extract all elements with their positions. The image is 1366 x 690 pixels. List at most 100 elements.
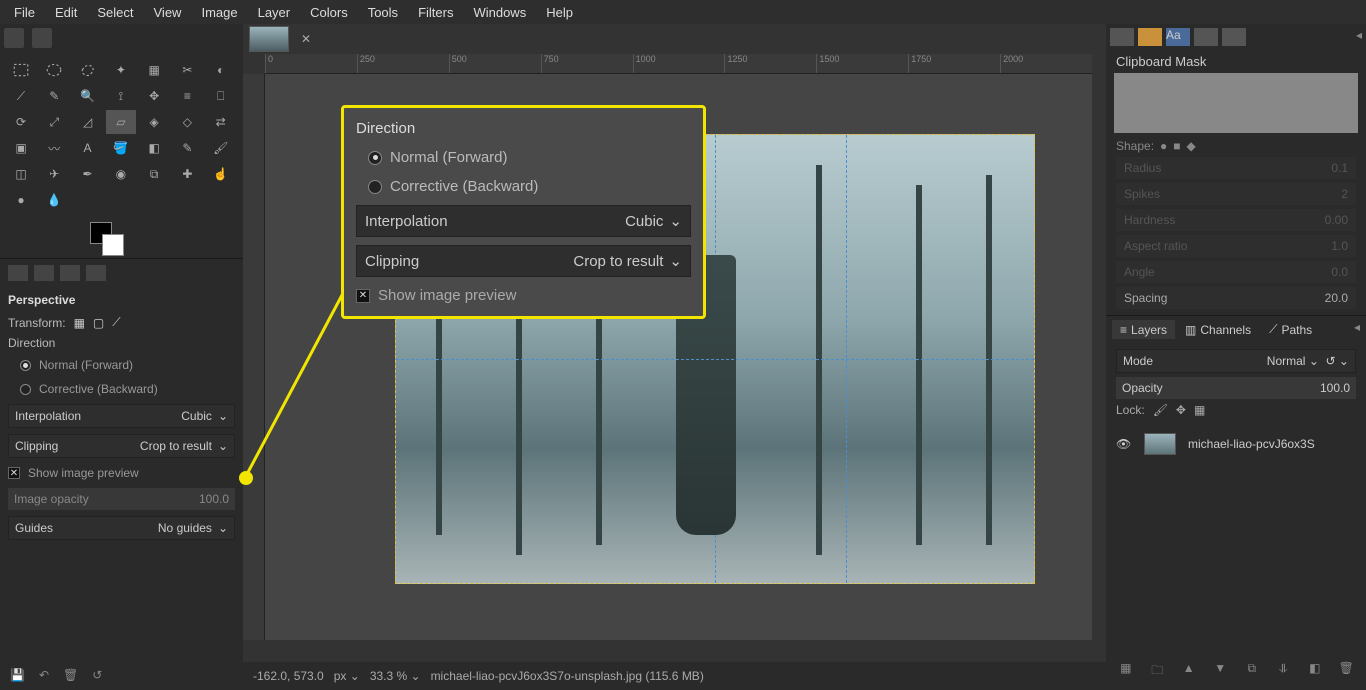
callout-direction-corrective[interactable]: Corrective (Backward) [356,176,691,197]
duplicate-layer-icon[interactable]: ⧉ [1244,661,1260,682]
dodge-tool[interactable]: ● [6,188,36,212]
menu-image[interactable]: Image [191,1,247,24]
zoom-tool[interactable]: 🔍 [73,84,103,108]
prop-angle[interactable]: Angle0.0 [1116,261,1356,283]
lower-layer-icon[interactable]: ▼ [1212,661,1228,682]
dock-tab[interactable]: Aa [1166,28,1190,46]
clipping-dropdown[interactable]: Clipping Crop to result⌄ [8,434,235,458]
callout-interpolation-dropdown[interactable]: Interpolation Cubic⌄ [356,205,691,237]
horizontal-ruler[interactable]: 025050075010001250150017502000 [265,54,1092,74]
mask-icon[interactable]: ◧ [1307,661,1323,682]
panel-icon[interactable] [4,28,24,48]
paintbrush-tool[interactable]: 🖌 [206,136,236,160]
foreground-select-tool[interactable]: ◐ [206,58,236,82]
blend-mode-dropdown[interactable]: Mode Normal ⌄ ↺ ⌄ [1116,349,1356,373]
direction-normal-radio[interactable]: Normal (Forward) [8,356,235,374]
flip-tool[interactable]: ⇄ [206,110,236,134]
crop-tool[interactable]: ⎕ [206,84,236,108]
save-icon[interactable]: 💾 [10,668,25,682]
smudge-tool[interactable]: ☝ [206,162,236,186]
background-color[interactable] [102,234,124,256]
panel-icon[interactable] [32,28,52,48]
shear-tool[interactable]: ◿ [73,110,103,134]
prop-radius[interactable]: Radius0.1 [1116,157,1356,179]
menu-edit[interactable]: Edit [45,1,87,24]
paths-tab[interactable]: ⟋ Paths [1261,320,1320,339]
image-opacity-field[interactable]: Image opacity100.0 [8,488,235,510]
bucket-fill-tool[interactable]: 🪣 [106,136,136,160]
airbrush-tool[interactable]: ✈ [39,162,69,186]
perspective-tool[interactable]: ▱ [106,110,136,134]
transform-selection-icon[interactable]: ▢ [93,316,104,330]
layer-opacity-field[interactable]: Opacity100.0 [1116,377,1356,399]
mypaint-brush-tool[interactable]: ◉ [106,162,136,186]
tab-icon[interactable] [8,265,28,281]
eraser-tool[interactable]: ◫ [6,162,36,186]
scissors-tool[interactable]: ✂ [172,58,202,82]
tab-icon[interactable] [34,265,54,281]
visibility-icon[interactable]: 👁 [1116,437,1132,451]
fuzzy-select-tool[interactable]: ✦ [106,58,136,82]
shape-square-icon[interactable]: ■ [1173,139,1180,153]
menu-file[interactable]: File [4,1,45,24]
raise-layer-icon[interactable]: ▲ [1181,661,1197,682]
image-tab-thumbnail[interactable] [249,26,289,52]
menu-colors[interactable]: Colors [300,1,358,24]
callout-direction-normal[interactable]: Normal (Forward) [356,147,691,168]
prop-spacing[interactable]: Spacing20.0 [1116,287,1356,309]
layer-group-icon[interactable]: 🗀 [1149,661,1165,682]
layer-name[interactable]: michael-liao-pcvJ6ox3S [1188,437,1315,451]
text-tool[interactable]: A [73,136,103,160]
by-color-select-tool[interactable]: ▦ [139,58,169,82]
ellipse-select-tool[interactable] [39,58,69,82]
layer-row[interactable]: 👁 michael-liao-pcvJ6ox3S [1112,429,1360,459]
merge-down-icon[interactable]: ⥥ [1275,661,1291,682]
delete-icon[interactable]: 🗑 [63,668,78,682]
measure-tool[interactable]: ⟟ [106,84,136,108]
paths-tool[interactable]: ⟋ [6,84,36,108]
tab-icon[interactable] [86,265,106,281]
tab-icon[interactable] [60,265,80,281]
blur-tool[interactable]: 💧 [39,188,69,212]
transform-path-icon[interactable]: ⟋ [112,315,120,330]
lock-pixels-icon[interactable]: 🖌 [1153,403,1168,417]
menu-help[interactable]: Help [536,1,583,24]
dock-tab[interactable] [1194,28,1218,46]
cage-tool[interactable]: ▣ [6,136,36,160]
delete-layer-icon[interactable]: 🗑 [1338,661,1354,682]
free-select-tool[interactable] [73,58,103,82]
close-tab-icon[interactable]: ✕ [295,32,317,46]
lock-alpha-icon[interactable]: ▦ [1194,403,1205,417]
menu-layer[interactable]: Layer [248,1,301,24]
unified-transform-tool[interactable]: ◈ [139,110,169,134]
move-tool[interactable]: ✥ [139,84,169,108]
rect-select-tool[interactable] [6,58,36,82]
heal-tool[interactable]: ✚ [172,162,202,186]
align-tool[interactable]: ≡ [172,84,202,108]
prop-hardness[interactable]: Hardness0.00 [1116,209,1356,231]
transform-layer-icon[interactable]: ▦ [74,316,85,330]
clone-tool[interactable]: ⧉ [139,162,169,186]
menu-tools[interactable]: Tools [358,1,408,24]
zoom-dropdown[interactable]: 33.3 % ⌄ [370,669,421,683]
menu-windows[interactable]: Windows [463,1,536,24]
new-layer-icon[interactable]: ▦ [1118,661,1134,682]
callout-clipping-dropdown[interactable]: Clipping Crop to result⌄ [356,245,691,277]
dock-tab[interactable] [1138,28,1162,46]
shape-circle-icon[interactable]: ● [1160,139,1167,153]
handle-transform-tool[interactable]: ◇ [172,110,202,134]
restore-icon[interactable]: ↶ [39,668,49,682]
reset-icon[interactable]: ↺ [92,668,102,682]
prop-aspect[interactable]: Aspect ratio1.0 [1116,235,1356,257]
horizontal-scrollbar[interactable] [265,640,1092,654]
show-preview-checkbox[interactable]: ✕Show image preview [8,464,235,482]
guides-dropdown[interactable]: Guides No guides⌄ [8,516,235,540]
menu-view[interactable]: View [144,1,192,24]
color-picker-tool[interactable]: ✎ [39,84,69,108]
ink-tool[interactable]: ✒ [73,162,103,186]
dock-menu-icon[interactable]: ◂ [1356,28,1362,46]
scale-tool[interactable]: ⤢ [39,110,69,134]
warp-tool[interactable]: 〰 [39,136,69,160]
channels-tab[interactable]: ▥ Channels [1177,320,1259,339]
direction-corrective-radio[interactable]: Corrective (Backward) [8,380,235,398]
